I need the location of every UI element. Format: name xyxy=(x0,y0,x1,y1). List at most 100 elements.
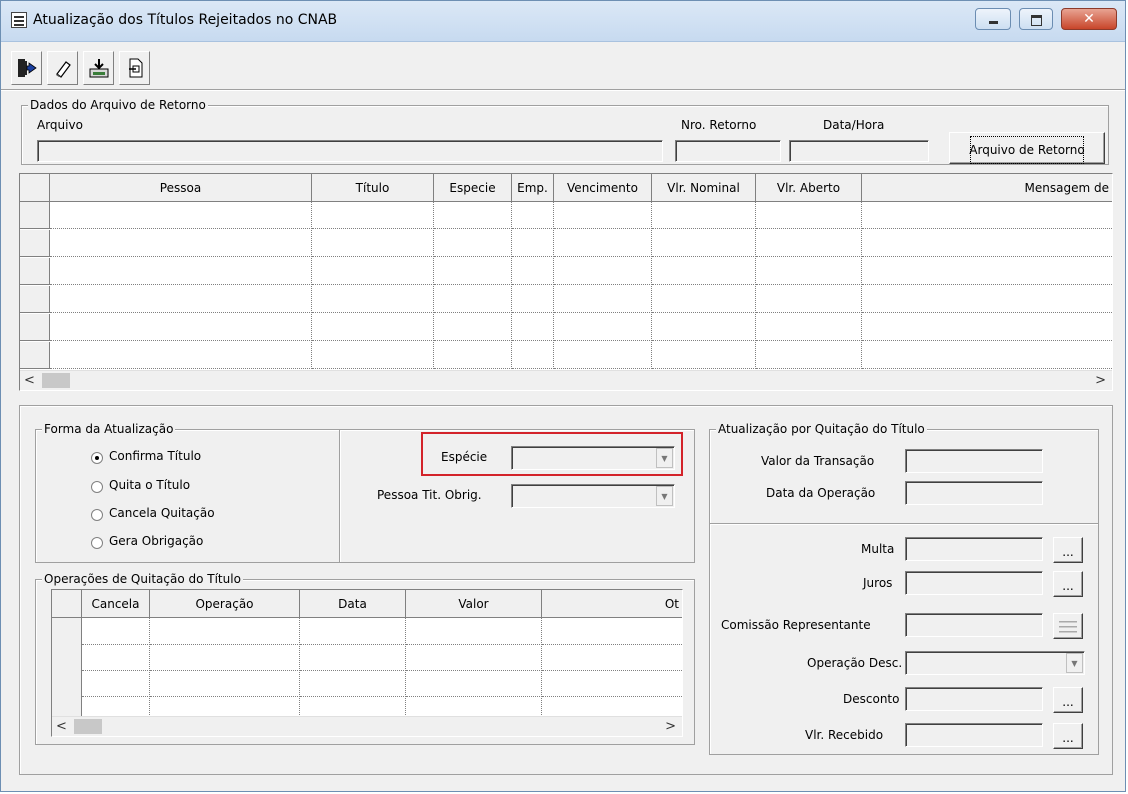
desconto-ellipsis-button[interactable]: ... xyxy=(1053,687,1083,713)
scroll-left-icon[interactable]: < xyxy=(24,373,35,388)
grid-cell[interactable] xyxy=(862,230,1112,257)
row-indicator[interactable] xyxy=(52,670,82,697)
col-emp[interactable]: Emp. xyxy=(512,174,554,202)
valor-transacao-field[interactable] xyxy=(905,449,1043,473)
grid-cell[interactable] xyxy=(512,202,554,229)
scroll-thumb[interactable] xyxy=(42,373,70,388)
clear-button[interactable] xyxy=(47,51,78,85)
grid-cell[interactable] xyxy=(652,286,756,313)
data-operacao-field[interactable] xyxy=(905,481,1043,505)
grid-cell[interactable] xyxy=(312,230,434,257)
grid-cell[interactable] xyxy=(150,618,300,645)
exit-button[interactable] xyxy=(11,51,42,85)
grid-cell[interactable] xyxy=(150,670,300,697)
grid-cell[interactable] xyxy=(300,618,406,645)
grid-cell[interactable] xyxy=(862,202,1112,229)
row-indicator[interactable] xyxy=(52,618,82,645)
grid-cell[interactable] xyxy=(434,202,512,229)
grid-cell[interactable] xyxy=(512,342,554,369)
multa-ellipsis-button[interactable]: ... xyxy=(1053,537,1083,563)
grid-cell[interactable] xyxy=(50,286,312,313)
grid-hscrollbar[interactable]: < > xyxy=(20,370,1112,390)
arquivo-field[interactable] xyxy=(37,140,663,162)
export-button[interactable] xyxy=(119,51,150,85)
grid-cell[interactable] xyxy=(312,202,434,229)
col-operacao[interactable]: Operação xyxy=(150,590,300,618)
grid-cell[interactable] xyxy=(312,342,434,369)
col-mensagem[interactable]: Mensagem de xyxy=(862,174,1112,202)
col-vlr-aberto[interactable]: Vlr. Aberto xyxy=(756,174,862,202)
grid-cell[interactable] xyxy=(312,258,434,285)
save-button[interactable] xyxy=(83,51,114,85)
radio-confirma-titulo[interactable] xyxy=(91,452,103,464)
grid-cell[interactable] xyxy=(82,644,150,671)
grid-cell[interactable] xyxy=(554,314,652,341)
grid-cell[interactable] xyxy=(862,258,1112,285)
vlr-recebido-ellipsis-button[interactable]: ... xyxy=(1053,723,1083,749)
arquivo-retorno-button[interactable]: Arquivo de Retorno xyxy=(949,132,1105,164)
comissao-list-button[interactable] xyxy=(1053,613,1083,639)
grid-cell[interactable] xyxy=(434,314,512,341)
grid-cell[interactable] xyxy=(756,202,862,229)
grid-cell[interactable] xyxy=(862,286,1112,313)
col-titulo[interactable]: Título xyxy=(312,174,434,202)
grid-cell[interactable] xyxy=(406,670,542,697)
grid-cell[interactable] xyxy=(82,618,150,645)
juros-ellipsis-button[interactable]: ... xyxy=(1053,571,1083,597)
grid-cell[interactable] xyxy=(756,286,862,313)
grid-cell[interactable] xyxy=(50,342,312,369)
col-vencimento[interactable]: Vencimento xyxy=(554,174,652,202)
radio-quita-titulo[interactable] xyxy=(91,481,103,493)
col-vlr-nominal[interactable]: Vlr. Nominal xyxy=(652,174,756,202)
juros-field[interactable] xyxy=(905,571,1043,595)
row-indicator[interactable] xyxy=(20,230,50,257)
grid-cell[interactable] xyxy=(756,314,862,341)
grid-cell[interactable] xyxy=(554,286,652,313)
col-data[interactable]: Data xyxy=(300,590,406,618)
grid-cell[interactable] xyxy=(862,342,1112,369)
col-ot[interactable]: Ot xyxy=(542,590,682,618)
op-grid-hscrollbar[interactable]: < > xyxy=(52,716,682,736)
grid-cell[interactable] xyxy=(512,286,554,313)
grid-cell[interactable] xyxy=(542,644,682,671)
nro-retorno-field[interactable] xyxy=(675,140,781,162)
grid-cell[interactable] xyxy=(756,342,862,369)
grid-cell[interactable] xyxy=(862,314,1112,341)
row-indicator[interactable] xyxy=(20,342,50,369)
grid-cell[interactable] xyxy=(652,258,756,285)
grid-cell[interactable] xyxy=(756,258,862,285)
row-indicator[interactable] xyxy=(20,314,50,341)
grid-cell[interactable] xyxy=(434,230,512,257)
maximize-button[interactable] xyxy=(1019,8,1053,30)
pessoa-tit-combo[interactable]: ▼ xyxy=(511,484,675,508)
vlr-recebido-field[interactable] xyxy=(905,723,1043,747)
grid-cell[interactable] xyxy=(554,258,652,285)
grid-cell[interactable] xyxy=(756,230,862,257)
grid-cell[interactable] xyxy=(82,670,150,697)
operacoes-grid[interactable]: Cancela Operação Data Valor Ot < > xyxy=(51,589,683,737)
grid-cell[interactable] xyxy=(512,314,554,341)
scroll-thumb[interactable] xyxy=(74,719,102,734)
scroll-right-icon[interactable]: > xyxy=(1095,373,1106,388)
operacao-desc-combo[interactable]: ▼ xyxy=(905,651,1085,675)
col-cancela[interactable]: Cancela xyxy=(82,590,150,618)
row-indicator[interactable] xyxy=(20,286,50,313)
grid-cell[interactable] xyxy=(554,342,652,369)
scroll-left-icon[interactable]: < xyxy=(56,719,67,734)
grid-cell[interactable] xyxy=(406,644,542,671)
grid-cell[interactable] xyxy=(652,230,756,257)
grid-cell[interactable] xyxy=(652,314,756,341)
grid-cell[interactable] xyxy=(150,644,300,671)
comissao-field[interactable] xyxy=(905,613,1043,637)
grid-cell[interactable] xyxy=(512,230,554,257)
grid-cell[interactable] xyxy=(406,618,542,645)
close-button[interactable]: ✕ xyxy=(1061,8,1117,30)
chevron-down-icon[interactable]: ▼ xyxy=(656,486,673,506)
grid-cell[interactable] xyxy=(300,670,406,697)
grid-cell[interactable] xyxy=(300,644,406,671)
row-indicator[interactable] xyxy=(52,644,82,671)
chevron-down-icon[interactable]: ▼ xyxy=(1066,653,1083,673)
col-especie[interactable]: Especie xyxy=(434,174,512,202)
multa-field[interactable] xyxy=(905,537,1043,561)
grid-cell[interactable] xyxy=(50,202,312,229)
